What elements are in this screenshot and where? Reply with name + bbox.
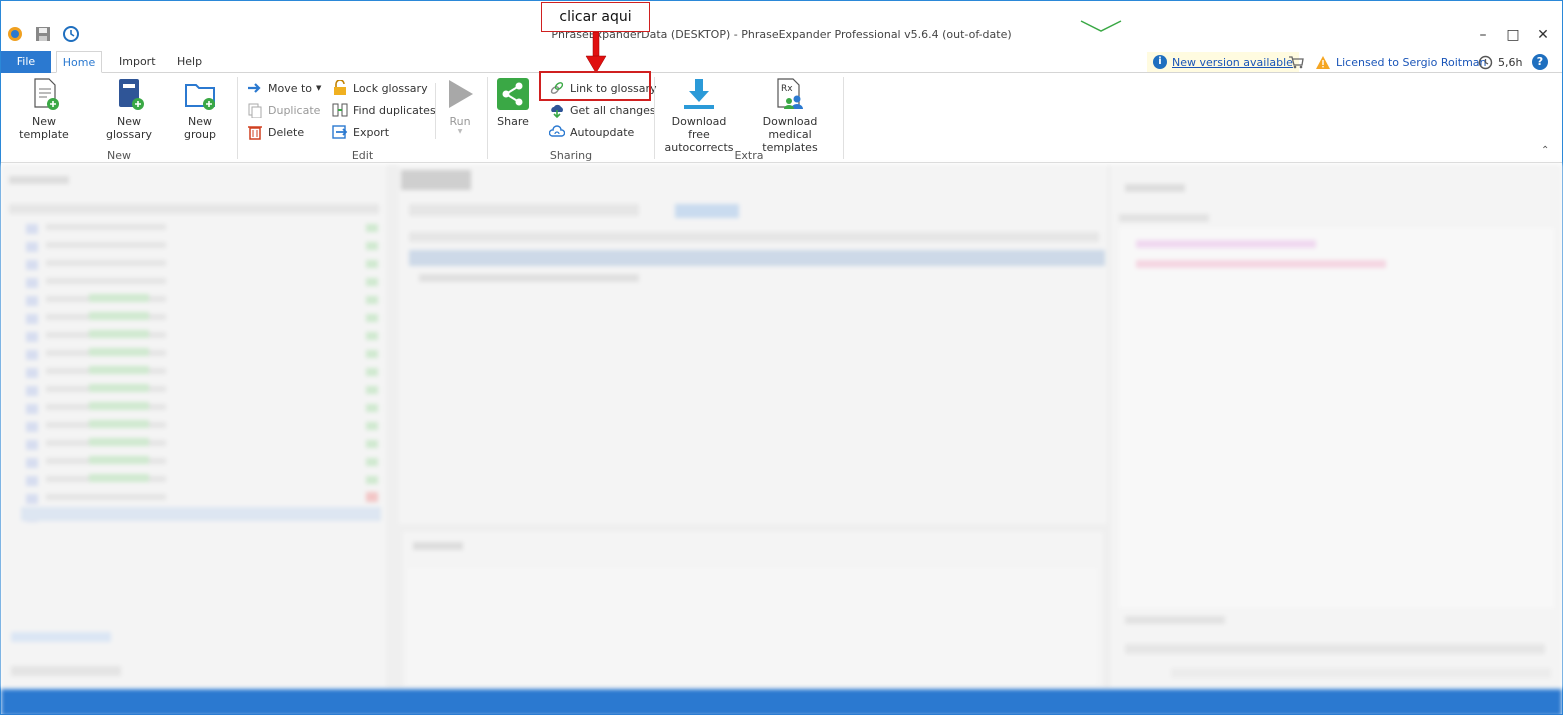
group-separator	[237, 77, 238, 159]
dropdown-caret-icon: ▼	[457, 128, 463, 135]
main-content-blurred	[1, 164, 1562, 689]
timer-icon	[1478, 55, 1493, 69]
group-label-new: New	[107, 149, 131, 162]
lock-icon	[334, 80, 346, 95]
tab-help[interactable]: Help	[167, 51, 212, 73]
export-icon	[332, 125, 348, 139]
collapse-chevron-icon	[1080, 20, 1122, 32]
delete-label: Delete	[268, 125, 305, 139]
find-duplicates-icon	[332, 103, 348, 117]
new-template-button[interactable]: New template	[7, 77, 81, 141]
tab-import[interactable]: Import	[109, 51, 166, 73]
tab-file[interactable]: File	[1, 51, 51, 73]
templates-panel	[1, 164, 386, 689]
group-separator	[654, 77, 655, 159]
cloud-sync-icon	[549, 125, 565, 137]
lock-glossary-button[interactable]: Lock glossary	[332, 78, 428, 98]
new-version-banner[interactable]: i New version available	[1147, 52, 1299, 72]
time-info[interactable]: 5,6h	[1478, 52, 1522, 72]
new-group-button[interactable]: New group	[171, 77, 229, 141]
templates-list-panel	[399, 164, 1107, 524]
link-to-glossary-highlight	[539, 71, 651, 101]
duplicate-icon	[248, 103, 262, 118]
time-label: 5,6h	[1498, 55, 1523, 69]
dropdown-caret-icon: ▼	[316, 84, 322, 92]
medical-templates-icon: Rx	[773, 77, 807, 111]
maximize-button[interactable]: □	[1499, 25, 1527, 45]
share-icon	[496, 77, 530, 111]
preview-panel	[403, 532, 1103, 687]
collapse-ribbon-icon[interactable]: ⌃	[1541, 145, 1549, 156]
share-button[interactable]: Share	[495, 77, 531, 128]
app-window: PhraseExpanderData (DESKTOP) - PhraseExp…	[0, 0, 1563, 715]
delete-button[interactable]: Delete	[247, 122, 304, 142]
find-duplicates-label: Find duplicates	[353, 103, 436, 117]
get-all-changes-label: Get all changes	[570, 103, 656, 117]
close-button[interactable]: ✕	[1529, 25, 1557, 45]
arrow-right-icon	[248, 83, 261, 93]
run-label: Run	[449, 115, 471, 128]
group-separator	[843, 77, 844, 159]
autoupdate-label: Autoupdate	[570, 125, 635, 139]
warning-icon	[1316, 55, 1330, 69]
get-all-changes-button[interactable]: Get all changes	[549, 100, 656, 120]
lock-glossary-label: Lock glossary	[353, 81, 428, 95]
new-group-label: New group	[184, 115, 216, 141]
svg-text:Rx: Rx	[781, 84, 793, 94]
group-separator	[435, 83, 436, 139]
play-icon	[443, 77, 477, 111]
group-separator	[487, 77, 488, 159]
licensed-label: Licensed to Sergio Roitman	[1336, 55, 1487, 69]
autoupdate-button[interactable]: Autoupdate	[549, 122, 634, 142]
license-info[interactable]: Licensed to Sergio Roitman	[1315, 52, 1487, 72]
export-button[interactable]: Export	[332, 122, 389, 142]
group-label-sharing: Sharing	[549, 149, 593, 162]
new-glossary-icon	[112, 77, 146, 111]
new-version-link[interactable]: New version available	[1172, 56, 1293, 69]
new-template-icon	[27, 77, 61, 111]
red-arrow-icon	[585, 32, 607, 74]
cart-icon[interactable]	[1288, 52, 1304, 72]
minimize-button[interactable]: –	[1469, 25, 1497, 45]
cloud-download-icon	[551, 104, 563, 118]
download-autocorrects-button[interactable]: Download free autocorrects	[661, 77, 737, 154]
download-medical-templates-button[interactable]: Rx Download medical templates	[745, 77, 835, 154]
group-label-extra: Extra	[734, 149, 764, 162]
duplicate-label: Duplicate	[268, 103, 321, 117]
help-icon[interactable]: ?	[1532, 52, 1548, 72]
export-label: Export	[353, 125, 390, 139]
duplicate-button[interactable]: Duplicate	[247, 100, 320, 120]
window-title: PhraseExpanderData (DESKTOP) - PhraseExp…	[551, 28, 1012, 41]
new-glossary-label: New glossary	[105, 115, 152, 141]
editor-panel	[1111, 164, 1562, 689]
download-icon	[682, 77, 716, 111]
move-to-button[interactable]: Move to ▼	[247, 78, 321, 98]
tab-home[interactable]: Home	[56, 51, 102, 73]
group-label-edit: Edit	[351, 149, 374, 162]
share-label: Share	[497, 115, 529, 128]
new-group-icon	[183, 77, 217, 111]
info-icon: i	[1153, 55, 1167, 69]
move-to-label: Move to	[268, 81, 313, 95]
download-autocorrects-label-line1: Download free	[671, 115, 727, 141]
new-template-label: New template	[19, 115, 69, 141]
trash-icon	[248, 126, 262, 140]
status-bar	[1, 689, 1562, 715]
instruction-callout: clicar aqui	[541, 2, 650, 32]
new-glossary-button[interactable]: New glossary	[95, 77, 163, 141]
download-medical-label-line1: Download medical	[762, 115, 818, 141]
run-button[interactable]: Run ▼	[441, 77, 479, 135]
find-duplicates-button[interactable]: Find duplicates	[332, 100, 436, 120]
title-bar: PhraseExpanderData (DESKTOP) - PhraseExp…	[1, 1, 1562, 49]
ribbon: New template New glossary New group New …	[1, 73, 1562, 163]
